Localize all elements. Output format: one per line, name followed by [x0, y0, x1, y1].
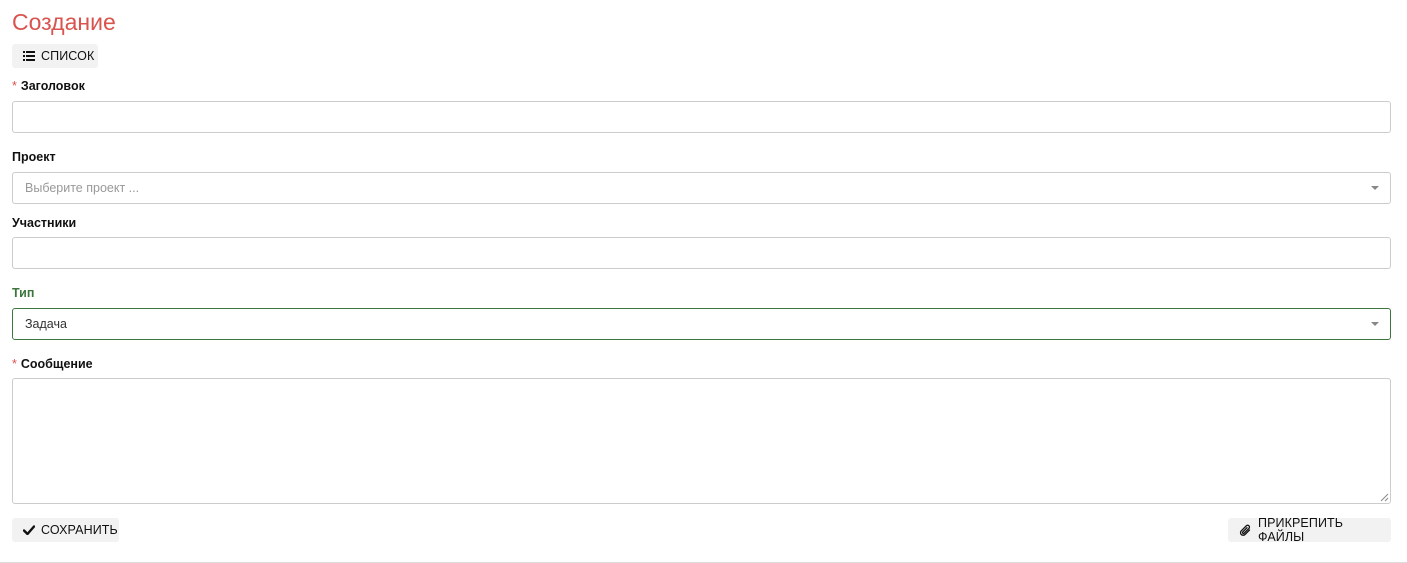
resize-handle-icon[interactable]: [1379, 492, 1389, 502]
check-icon: [23, 525, 35, 535]
required-mark: *: [12, 357, 17, 371]
list-button-label: СПИСОК: [41, 49, 95, 63]
title-field-label-text: Заголовок: [20, 79, 85, 93]
required-mark: *: [12, 79, 17, 93]
save-button-label: СОХРАНИТЬ: [41, 523, 118, 537]
type-select-value: Задача: [25, 317, 67, 331]
chevron-down-icon: [1371, 322, 1379, 326]
message-field-label-text: Сообщение: [20, 357, 93, 371]
create-page: Создание СПИСОК * Заголовок Проект Выбери…: [0, 0, 1407, 563]
type-select[interactable]: Задача: [12, 308, 1391, 340]
message-textarea[interactable]: [12, 378, 1391, 504]
project-field-label: Проект: [12, 150, 56, 164]
attach-files-button-label: ПРИКРЕПИТЬ ФАЙЛЫ: [1258, 516, 1344, 544]
list-icon: [23, 51, 35, 61]
paperclip-icon: [1239, 524, 1252, 537]
project-select[interactable]: Выберите проект ...: [12, 172, 1391, 204]
message-field-label: * Сообщение: [12, 356, 93, 372]
participants-input[interactable]: [12, 237, 1391, 269]
chevron-down-icon: [1371, 186, 1379, 190]
type-field-label: Тип: [12, 286, 35, 300]
list-button[interactable]: СПИСОК: [12, 44, 98, 68]
page-title: Создание: [12, 9, 116, 35]
save-button[interactable]: СОХРАНИТЬ: [12, 518, 119, 542]
participants-field-label: Участники: [12, 216, 77, 230]
project-select-placeholder: Выберите проект ...: [25, 181, 140, 195]
title-input[interactable]: [12, 101, 1391, 133]
title-field-label: * Заголовок: [12, 78, 85, 94]
attach-files-button[interactable]: ПРИКРЕПИТЬ ФАЙЛЫ: [1228, 516, 1391, 544]
